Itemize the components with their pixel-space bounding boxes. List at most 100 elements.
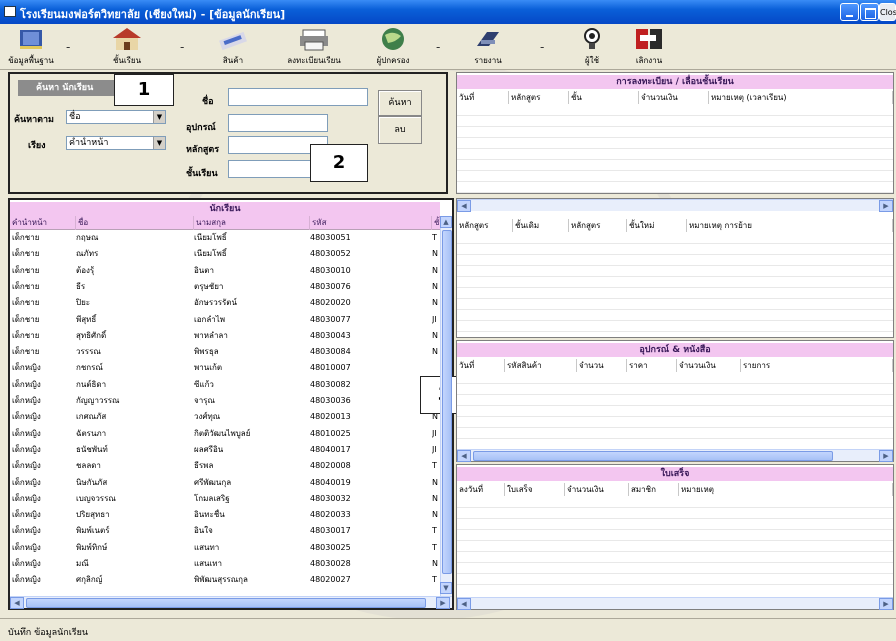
cell-first-name: กัญญาวรรณ — [76, 396, 120, 405]
toolbar-product-button[interactable]: สินค้า — [210, 26, 256, 68]
student-list-panel: นักเรียน คำนำหน้า ชื่อ นามสกุล รหัส ชั้น… — [8, 198, 468, 610]
enrollment-col-course[interactable]: หลักสูตร — [509, 91, 569, 104]
table-row[interactable]: เด็กหญิง ชลลดา ธีรพล 48020008 T — [10, 460, 440, 471]
toolbar-exit-button[interactable]: เลิกงาน — [624, 26, 674, 68]
cell-last-name: พิพัฒนสุรรณกุล — [194, 575, 248, 585]
receipts-col-date[interactable]: ลงวันที่ — [457, 483, 505, 496]
clear-button[interactable]: ลบ — [378, 116, 422, 144]
table-row[interactable]: เด็กหญิง พิมพ์ทิกษ์ แสนทา 48030025 T — [10, 542, 440, 553]
table-row[interactable]: เด็กหญิง ปริยสุทธา อินทะชื่น 48020033 N — [10, 509, 440, 520]
items-col-code[interactable]: รหัสสินค้า — [505, 359, 577, 372]
table-row[interactable]: เด็กชาย ปิยะ อักษรวรรัตน์ 48020020 N — [10, 297, 440, 308]
table-row[interactable]: เด็กชาย ธีร ตรุษชัยา 48030076 N — [10, 281, 440, 292]
table-row[interactable]: เด็กหญิง กนต์ธิดา ซีแก้ว 48030082 — [10, 379, 440, 390]
table-row[interactable]: เด็กหญิง เกศณภัส วงศ์ทุณ 48020013 N — [10, 411, 440, 422]
scroll-left-icon[interactable]: ◀ — [457, 200, 471, 212]
device-label: อุปกรณ์ — [186, 123, 216, 133]
name-input[interactable] — [228, 88, 368, 106]
items-hscroll[interactable]: ◀ ▶ — [457, 449, 893, 462]
toolbar-separator: - — [436, 40, 441, 54]
items-col-detail[interactable]: รายการ — [741, 359, 893, 372]
cell-first-name: พีสุทธิ์ — [76, 314, 97, 324]
table-row[interactable]: เด็กหญิง พิมพ์เนตร์ อินใจ 48030017 T — [10, 525, 440, 536]
cell-prefix: เด็กหญิง — [12, 542, 41, 552]
receipts-col-amount[interactable]: จำนวนเงิน — [565, 483, 629, 496]
table-row[interactable]: เด็กชาย กฤษณ เนียมโพธิ์ 48030051 T — [10, 232, 440, 243]
scroll-thumb[interactable] — [442, 230, 452, 574]
column-header-first-name[interactable]: ชื่อ — [76, 216, 194, 230]
student-list-hscroll[interactable]: ◀ ▶ — [10, 596, 452, 609]
scroll-up-icon[interactable]: ▲ — [440, 216, 452, 228]
enrollment-col-date[interactable]: วันที่ — [457, 91, 509, 104]
scroll-thumb[interactable] — [473, 451, 833, 461]
scroll-left-icon[interactable]: ◀ — [457, 450, 471, 462]
scroll-right-icon[interactable]: ▶ — [436, 597, 450, 609]
receipts-col-receipt[interactable]: ใบเสร็จ — [505, 483, 565, 496]
scroll-thumb[interactable] — [26, 598, 426, 608]
sort-select[interactable]: คำนำหน้า ▼ — [66, 136, 166, 150]
scroll-right-icon[interactable]: ▶ — [879, 598, 893, 610]
items-title: อุปกรณ์ & หนังสือ — [457, 343, 893, 357]
search-by-select[interactable]: ชื่อ ▼ — [66, 110, 166, 124]
student-list-vscroll[interactable]: ▲ ▼ — [440, 216, 452, 596]
cell-id: 48010025 — [310, 428, 351, 438]
scroll-left-icon[interactable]: ◀ — [457, 598, 471, 610]
toolbar-class-button[interactable]: ชั้นเรียน — [104, 26, 150, 68]
scroll-left-icon[interactable]: ◀ — [10, 597, 24, 609]
items-col-price[interactable]: ราคา — [627, 359, 677, 372]
scroll-right-icon[interactable]: ▶ — [879, 200, 893, 212]
toolbar-parent-button[interactable]: ผู้ปกครอง — [368, 26, 418, 68]
toolbar-basic-data-button[interactable]: ข้อมูลพื้นฐาน — [6, 26, 56, 68]
enrollment-col-note[interactable]: หมายเหตุ (เวลาเรียน) — [709, 91, 893, 104]
minimize-button[interactable] — [840, 3, 859, 21]
table-row[interactable]: เด็กหญิง กัญญาวรรณ จารุณ 48030036 — [10, 395, 440, 406]
device-input[interactable] — [228, 114, 328, 132]
transfer-col-old-course[interactable]: หลักสูตร — [457, 219, 513, 232]
close-tooltip: Close — [880, 8, 896, 17]
items-col-amount[interactable]: จำนวนเงิน — [677, 359, 741, 372]
cell-first-name: พิมพ์ทิกษ์ — [76, 542, 108, 552]
table-row[interactable]: เด็กหญิง ธนัชพันท์ ผลศรีอิน 48040017 JI — [10, 444, 440, 455]
table-row[interactable]: เด็กหญิง เบญจวรรณ โกมลเสริฐ 48030032 N — [10, 493, 440, 504]
transfer-col-note[interactable]: หมายเหตุ การย้าย — [687, 219, 893, 232]
transfer-col-new-course[interactable]: หลักสูตร — [569, 219, 627, 232]
enrollment-col-amount[interactable]: จำนวนเงิน — [639, 91, 709, 104]
receipts-col-member[interactable]: สมาชิก — [629, 483, 679, 496]
maximize-button[interactable] — [860, 3, 879, 21]
chevron-down-icon[interactable]: ▼ — [153, 137, 165, 149]
items-col-date[interactable]: วันที่ — [457, 359, 505, 372]
toolbar-register-button[interactable]: ลงทะเบียนเรียน — [284, 26, 344, 68]
search-tab[interactable]: ค้นหา นักเรียน — [18, 80, 122, 96]
enrollment-col-class[interactable]: ชั้น — [569, 91, 639, 104]
table-row[interactable]: เด็กชาย ต้องรุ้ อินตา 48030010 N — [10, 265, 440, 276]
table-row[interactable]: เด็กหญิง กชกรณ์ พานเก้ต 48010007 — [10, 362, 440, 373]
table-row[interactable]: เด็กชาย ณภัทร เนียมโพธิ์ 48030052 N — [10, 248, 440, 259]
scroll-right-icon[interactable]: ▶ — [879, 450, 893, 462]
transfer-col-new-class[interactable]: ชั้นใหม่ — [627, 219, 687, 232]
transfer-col-old-class[interactable]: ชั้นเดิม — [513, 219, 569, 232]
column-header-id[interactable]: รหัส — [310, 216, 432, 230]
cell-prefix: เด็กหญิง — [12, 559, 41, 568]
close-button[interactable]: Close — [879, 3, 896, 21]
table-row[interactable]: เด็กชาย วรรรณ พิพรธุล 48030084 N — [10, 346, 440, 357]
column-header-last-name[interactable]: นามสกุล — [194, 216, 310, 230]
table-row[interactable]: เด็กชาย สุทธิศักดิ์ พาหลำลา 48030043 N — [10, 330, 440, 341]
table-row[interactable]: เด็กหญิง ฉัตรนภา กิตติวัฒนไพบูลย์ 48010025 J… — [10, 428, 440, 439]
transfer-hscroll[interactable]: ◀ ▶ — [457, 199, 893, 212]
table-row[interactable]: เด็กชาย พีสุทธิ์ เอกลำไพ 48030077 JI — [10, 314, 440, 325]
table-row[interactable]: เด็กหญิง มณี แสนเทา 48030028 N — [10, 558, 440, 569]
search-button[interactable]: ค้นหา — [378, 90, 422, 116]
user-icon — [584, 28, 600, 49]
column-header-prefix[interactable]: คำนำหน้า — [10, 216, 76, 230]
scroll-down-icon[interactable]: ▼ — [440, 582, 452, 594]
toolbar-user-button[interactable]: ผู้ใช้ — [572, 26, 612, 68]
receipts-title: ใบเสร็จ — [457, 467, 893, 481]
table-row[interactable]: เด็กหญิง ศกุลิกญ์ พิพัฒนสุรรณกุล 48020027 T — [10, 574, 440, 585]
transfer-grid: ◀ ▶ หลักสูตร ชั้นเดิม หลักสูตร ชั้นใหม่ … — [456, 198, 894, 338]
receipts-hscroll[interactable]: ◀ ▶ — [457, 597, 893, 610]
table-row[interactable]: เด็กหญิง นิษกันภัส ศรีพัฒนกุล 48040019 N — [10, 477, 440, 488]
toolbar-report-button[interactable]: รายงาน — [464, 26, 512, 68]
receipts-col-note[interactable]: หมายเหตุ — [679, 483, 893, 496]
chevron-down-icon[interactable]: ▼ — [153, 111, 165, 123]
items-col-qty[interactable]: จำนวน — [577, 359, 627, 372]
